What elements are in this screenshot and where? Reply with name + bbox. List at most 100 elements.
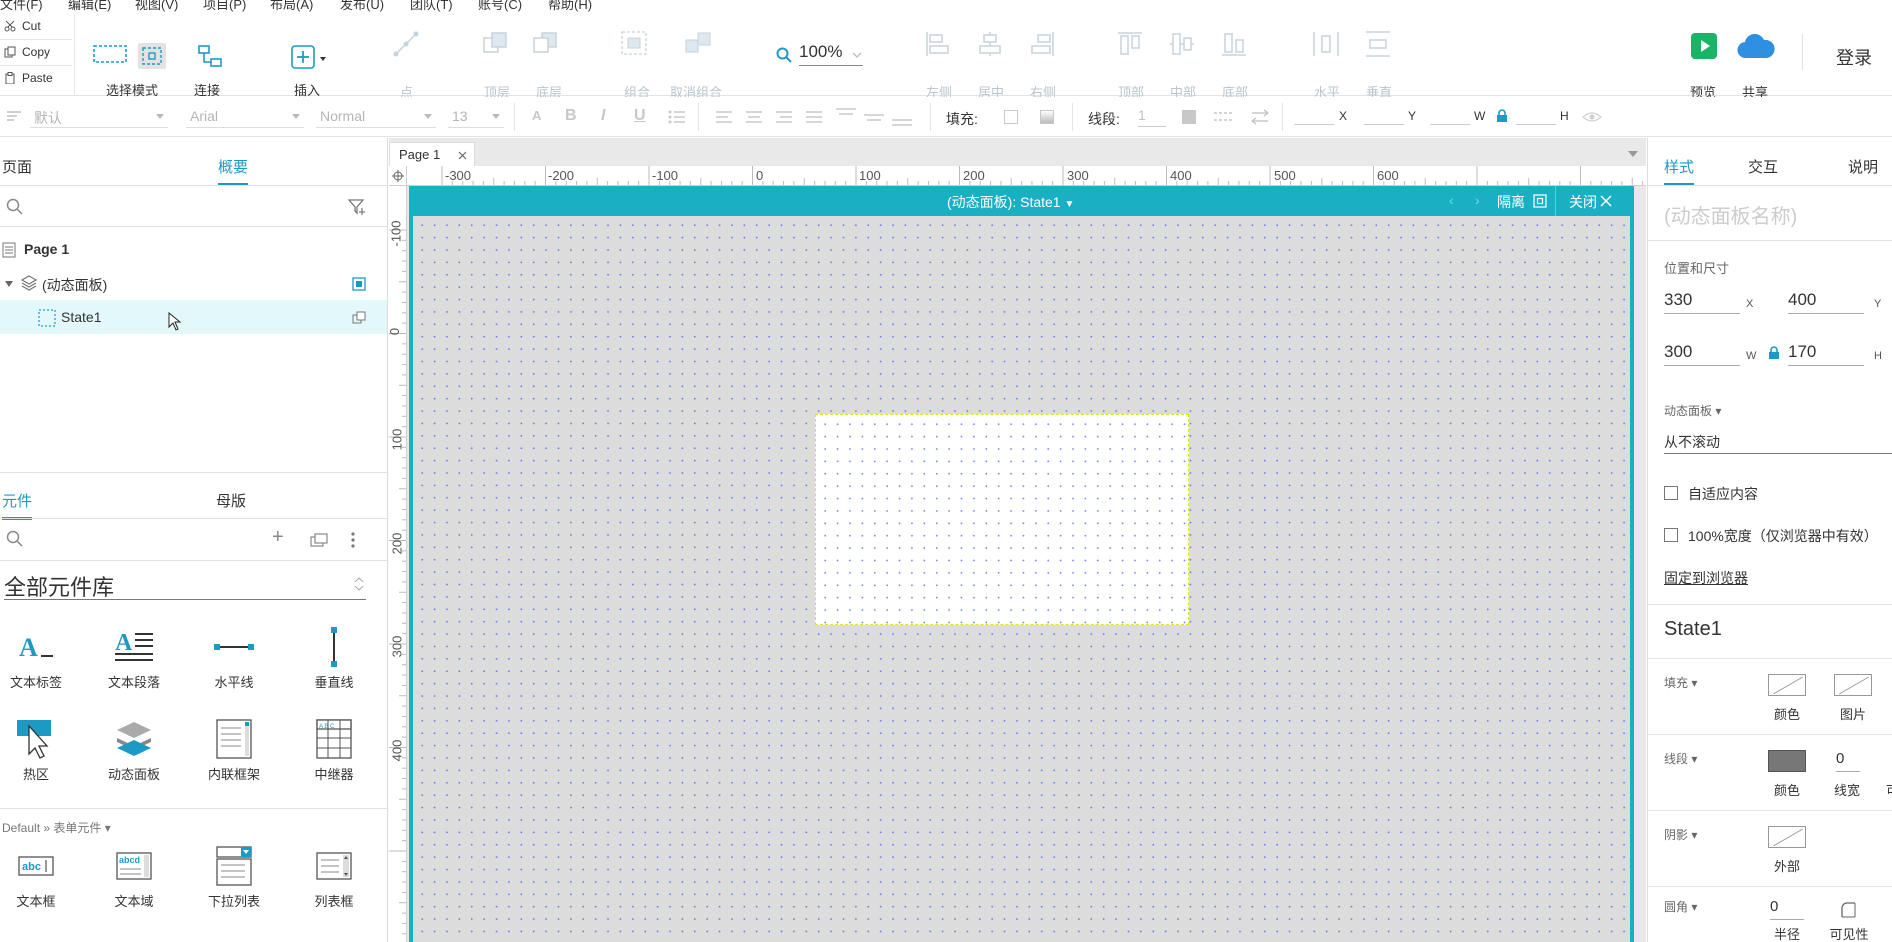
menu-project[interactable]: 项目(P): [203, 0, 246, 13]
widget-search-input[interactable]: [30, 528, 250, 550]
select-mode-button[interactable]: 选择模式: [88, 28, 168, 98]
state-selector[interactable]: (动态面板): State1 ▼: [947, 192, 1074, 212]
outline-page-row[interactable]: Page 1: [0, 232, 387, 266]
copy-button[interactable]: Copy: [0, 40, 72, 66]
distribute-vertical-button[interactable]: 垂直: [1360, 30, 1396, 100]
widget-list-box[interactable]: 列表框: [284, 845, 384, 910]
zoom-control[interactable]: 100%: [776, 40, 868, 68]
text-color-icon[interactable]: A: [532, 108, 541, 123]
next-state-icon[interactable]: ›: [1475, 192, 1480, 208]
x-input[interactable]: 330: [1664, 290, 1740, 314]
panel-state-icon[interactable]: [352, 277, 366, 291]
fit-content-checkbox[interactable]: [1664, 486, 1678, 500]
tab-pages[interactable]: 页面: [2, 156, 32, 177]
line-color-picker[interactable]: [1768, 750, 1806, 772]
align-bottom-button[interactable]: 底部: [1216, 30, 1252, 100]
outer-shadow-picker[interactable]: [1768, 826, 1806, 848]
tab-outline[interactable]: 概要: [218, 156, 249, 186]
outline-dynamic-panel-row[interactable]: (动态面板): [0, 266, 387, 300]
dynamic-panel-section-label[interactable]: 动态面板 ▾: [1664, 402, 1721, 419]
bullet-list-icon[interactable]: [668, 109, 686, 125]
library-manage-icon[interactable]: [310, 532, 328, 548]
fill-color-swatch[interactable]: [1004, 110, 1018, 124]
align-top-button[interactable]: 顶部: [1112, 30, 1148, 100]
fit-screen-icon[interactable]: [1533, 194, 1547, 208]
tab-masters[interactable]: 母版: [216, 490, 246, 511]
add-library-icon[interactable]: +: [272, 526, 284, 549]
outline-state-row[interactable]: State1: [0, 300, 387, 334]
group-button[interactable]: 组合: [618, 30, 654, 100]
more-vertical-icon[interactable]: [350, 531, 356, 549]
point-button[interactable]: 点: [388, 30, 424, 100]
ungroup-button[interactable]: 取消组合: [670, 30, 726, 100]
close-tab-icon[interactable]: [458, 151, 467, 160]
duplicate-state-icon[interactable]: [352, 311, 366, 325]
menu-help[interactable]: 帮助(H): [548, 0, 592, 13]
corner-visibility-icon[interactable]: [1840, 902, 1856, 918]
tab-widgets[interactable]: 元件: [2, 490, 33, 520]
lock-icon[interactable]: [1496, 109, 1508, 123]
corner-section-label[interactable]: 圆角 ▾: [1664, 898, 1697, 915]
underline-icon[interactable]: U: [634, 107, 646, 125]
h-field[interactable]: [1516, 109, 1556, 125]
bold-icon[interactable]: B: [565, 107, 577, 125]
outline-search-input[interactable]: [30, 196, 330, 218]
menu-account[interactable]: 账号(C): [478, 0, 522, 13]
y-field[interactable]: [1364, 109, 1404, 125]
distribute-horizontal-button[interactable]: 水平: [1308, 30, 1344, 100]
widget-hotspot[interactable]: 热区: [0, 718, 86, 783]
close-icon[interactable]: [1600, 195, 1612, 207]
tab-interaction[interactable]: 交互: [1748, 156, 1778, 177]
canvas-grid[interactable]: [413, 216, 1630, 942]
form-section-header[interactable]: Default » 表单元件 ▾: [2, 819, 111, 836]
insert-button[interactable]: 插入: [288, 42, 338, 102]
line-color-swatch[interactable]: [1182, 110, 1196, 124]
widget-dynamic-panel[interactable]: 动态面板: [84, 718, 184, 783]
widget-repeater[interactable]: A B C 中继器: [284, 718, 384, 783]
w-field[interactable]: [1430, 109, 1470, 125]
menu-file[interactable]: 文件(F): [0, 0, 43, 13]
menu-team[interactable]: 团队(T): [410, 0, 453, 13]
close-panel-button[interactable]: 关闭: [1569, 192, 1597, 212]
cut-button[interactable]: Cut: [0, 14, 72, 40]
pin-to-browser-link[interactable]: 固定到浏览器: [1664, 568, 1748, 588]
state-name-input[interactable]: State1: [1664, 618, 1722, 641]
fill-image-picker[interactable]: [1834, 674, 1872, 696]
tab-menu-caret-icon[interactable]: [1627, 150, 1639, 158]
line-width-field[interactable]: 1: [1138, 107, 1166, 127]
prev-state-icon[interactable]: ‹: [1449, 192, 1454, 208]
shadow-section-label[interactable]: 阴影 ▾: [1664, 826, 1697, 843]
menu-view[interactable]: 视图(V): [135, 0, 178, 13]
y-input[interactable]: 400: [1788, 290, 1864, 314]
w-input[interactable]: 300: [1664, 342, 1740, 366]
menu-layout[interactable]: 布局(A): [270, 0, 313, 13]
font-size-dropdown[interactable]: 13: [448, 106, 504, 128]
widget-horizontal-line[interactable]: 水平线: [184, 626, 284, 691]
widget-text-field[interactable]: abc 文本框: [0, 845, 86, 910]
vertical-align-icons[interactable]: [836, 107, 916, 127]
align-right-button[interactable]: 右侧: [1024, 30, 1060, 100]
corner-radius-input[interactable]: 0: [1770, 898, 1804, 920]
align-center-button[interactable]: 居中: [972, 30, 1008, 100]
fill-gradient-swatch[interactable]: [1040, 110, 1054, 124]
bring-to-front-button[interactable]: 顶层: [480, 30, 516, 100]
italic-icon[interactable]: I: [601, 107, 605, 125]
aspect-lock-icon[interactable]: [1768, 346, 1780, 360]
h-input[interactable]: 170: [1788, 342, 1864, 366]
login-button[interactable]: 登录: [1836, 44, 1872, 70]
scroll-dropdown[interactable]: 从不滚动: [1664, 428, 1892, 454]
arrow-style-icon[interactable]: [1250, 109, 1270, 125]
expand-triangle-icon[interactable]: [4, 280, 14, 288]
send-to-back-button[interactable]: 底层: [530, 30, 566, 100]
filter-icon[interactable]: [348, 198, 366, 216]
isolate-button[interactable]: 隔离: [1497, 192, 1525, 212]
panel-name-input[interactable]: (动态面板名称): [1664, 200, 1797, 229]
fill-color-picker[interactable]: [1768, 674, 1806, 696]
widget-inline-frame[interactable]: 内联框架: [184, 718, 284, 783]
menu-publish[interactable]: 发布(U): [340, 0, 384, 13]
widget-text-label[interactable]: A 文本标签: [0, 626, 86, 691]
library-select[interactable]: 全部元件库: [4, 568, 366, 600]
tab-notes[interactable]: 说明: [1848, 156, 1878, 177]
align-left-button[interactable]: 左侧: [920, 30, 956, 100]
connect-button[interactable]: 连接: [192, 42, 232, 102]
